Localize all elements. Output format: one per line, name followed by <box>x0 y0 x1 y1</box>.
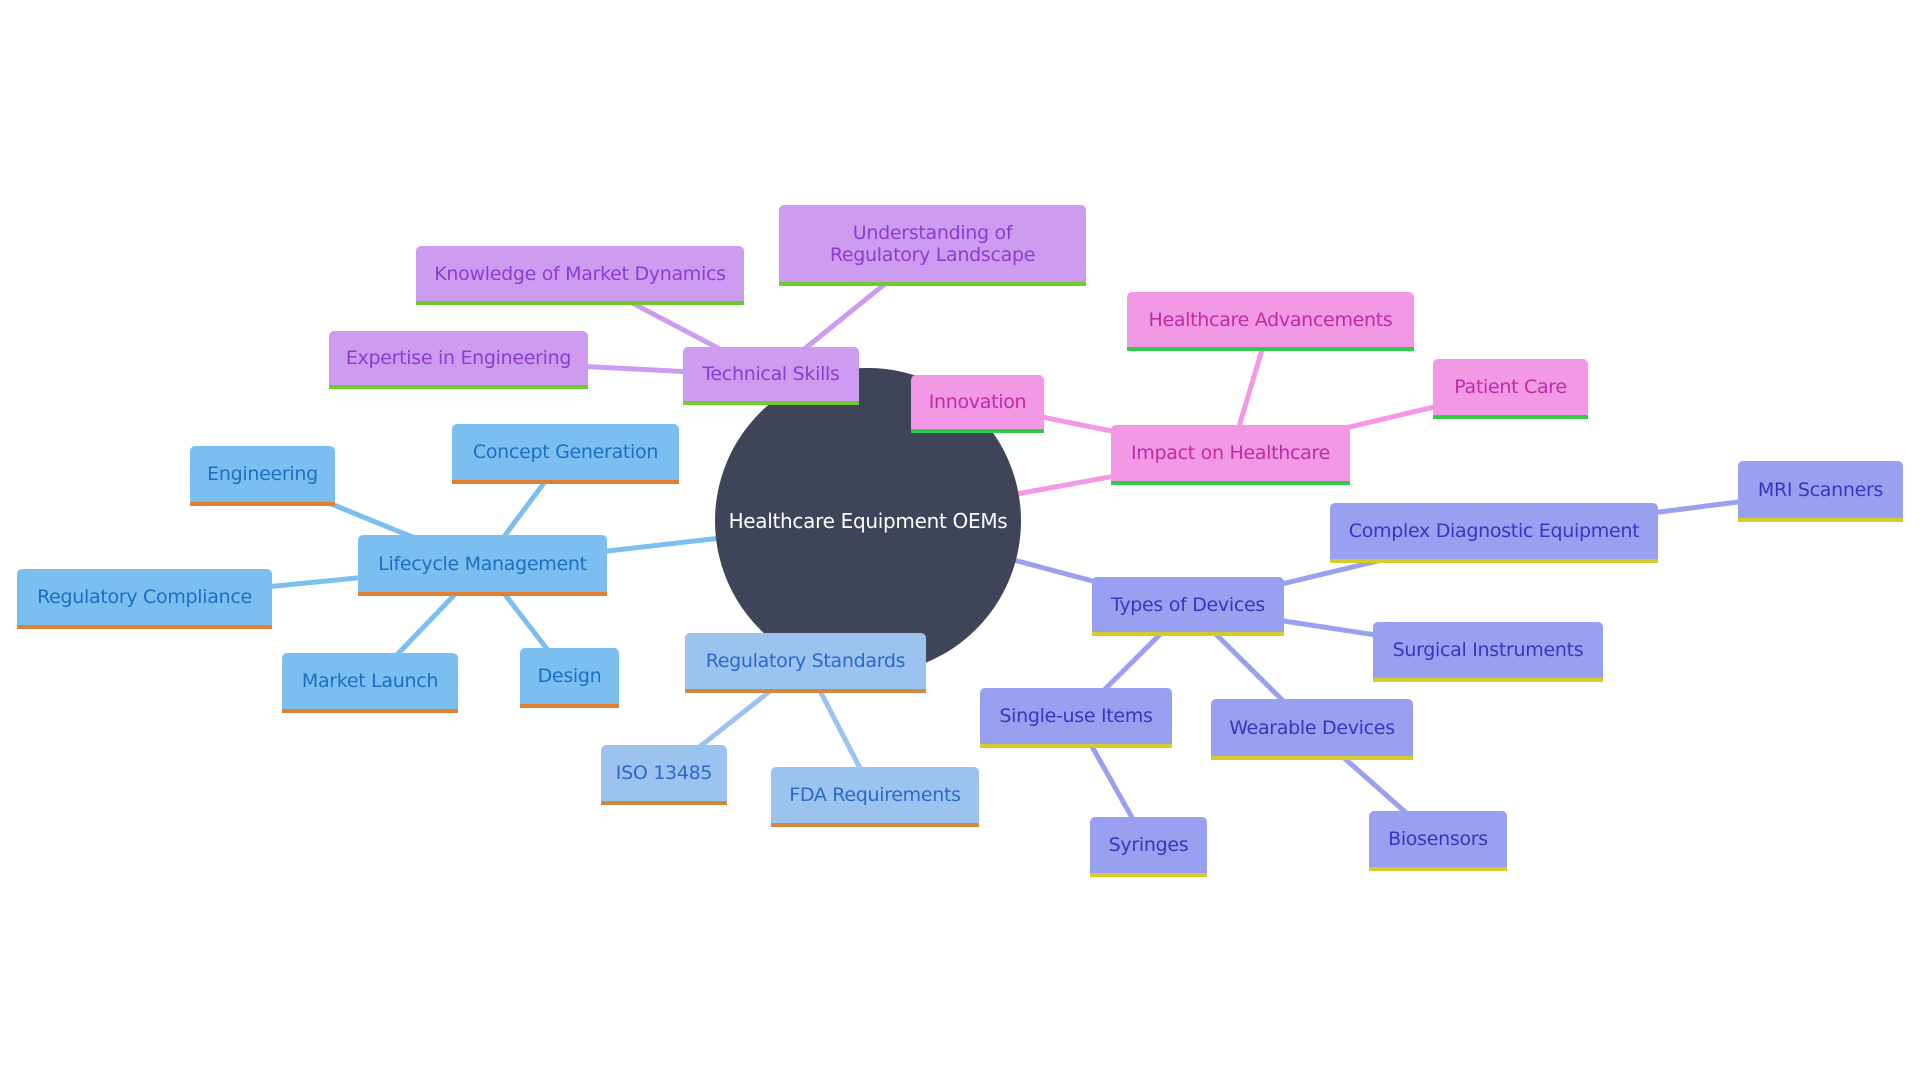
node-expertise-in-engineering[interactable]: Expertise in Engineering <box>329 331 588 389</box>
root-label: Healthcare Equipment OEMs <box>728 509 1008 533</box>
node-label: Technical Skills <box>702 363 840 385</box>
node-surgical-instruments[interactable]: Surgical Instruments <box>1373 622 1603 682</box>
node-label: Impact on Healthcare <box>1130 442 1331 464</box>
node-innovation[interactable]: Innovation <box>911 375 1044 433</box>
node-label: Regulatory Compliance <box>37 586 252 608</box>
node-engineering[interactable]: Engineering <box>190 446 335 506</box>
node-label: Syringes <box>1108 834 1189 856</box>
node-concept-generation[interactable]: Concept Generation <box>452 424 679 484</box>
node-label: Market Launch <box>301 670 439 692</box>
node-complex-diagnostic-equipment[interactable]: Complex Diagnostic Equipment <box>1330 503 1658 563</box>
node-wearable-devices[interactable]: Wearable Devices <box>1211 699 1413 760</box>
node-lifecycle-management[interactable]: Lifecycle Management <box>358 535 607 596</box>
node-iso-13485[interactable]: ISO 13485 <box>601 745 727 805</box>
node-healthcare-advancements[interactable]: Healthcare Advancements <box>1127 292 1414 351</box>
node-label: Surgical Instruments <box>1392 639 1584 661</box>
node-label: Understanding of Regulatory Landscape <box>829 221 1036 266</box>
node-syringes[interactable]: Syringes <box>1090 817 1207 877</box>
node-types-of-devices[interactable]: Types of Devices <box>1092 577 1284 636</box>
node-understanding-of-regulatory-landscape[interactable]: Understanding of Regulatory Landscape <box>779 205 1086 286</box>
node-label: Engineering <box>207 463 318 485</box>
node-impact-on-healthcare[interactable]: Impact on Healthcare <box>1111 425 1350 485</box>
node-label: Knowledge of Market Dynamics <box>434 262 726 285</box>
node-label: Wearable Devices <box>1229 716 1395 739</box>
node-biosensors[interactable]: Biosensors <box>1369 811 1507 871</box>
node-label: MRI Scanners <box>1757 478 1884 501</box>
node-single-use-items[interactable]: Single-use Items <box>980 688 1172 748</box>
node-regulatory-standards[interactable]: Regulatory Standards <box>685 633 926 693</box>
node-label: ISO 13485 <box>615 762 713 784</box>
node-regulatory-compliance[interactable]: Regulatory Compliance <box>17 569 272 629</box>
node-label: Biosensors <box>1388 828 1488 850</box>
node-label: Concept Generation <box>472 441 659 463</box>
node-label: FDA Requirements <box>789 784 961 806</box>
node-label: Patient Care <box>1454 376 1567 398</box>
node-fda-requirements[interactable]: FDA Requirements <box>771 767 979 827</box>
node-patient-care[interactable]: Patient Care <box>1433 359 1588 419</box>
node-label: Innovation <box>928 391 1027 413</box>
node-label: Complex Diagnostic Equipment <box>1348 520 1640 542</box>
node-mri-scanners[interactable]: MRI Scanners <box>1738 461 1903 522</box>
node-label: Expertise in Engineering <box>345 347 572 369</box>
node-label: Lifecycle Management <box>378 552 587 575</box>
node-label: Healthcare Advancements <box>1148 308 1393 331</box>
node-knowledge-of-market-dynamics[interactable]: Knowledge of Market Dynamics <box>416 246 744 305</box>
node-design[interactable]: Design <box>520 648 619 708</box>
node-label: Types of Devices <box>1110 593 1265 616</box>
node-technical-skills[interactable]: Technical Skills <box>683 347 859 405</box>
node-label: Single-use Items <box>999 705 1153 727</box>
node-label: Design <box>537 665 602 687</box>
node-market-launch[interactable]: Market Launch <box>282 653 458 713</box>
node-label: Regulatory Standards <box>705 650 906 672</box>
